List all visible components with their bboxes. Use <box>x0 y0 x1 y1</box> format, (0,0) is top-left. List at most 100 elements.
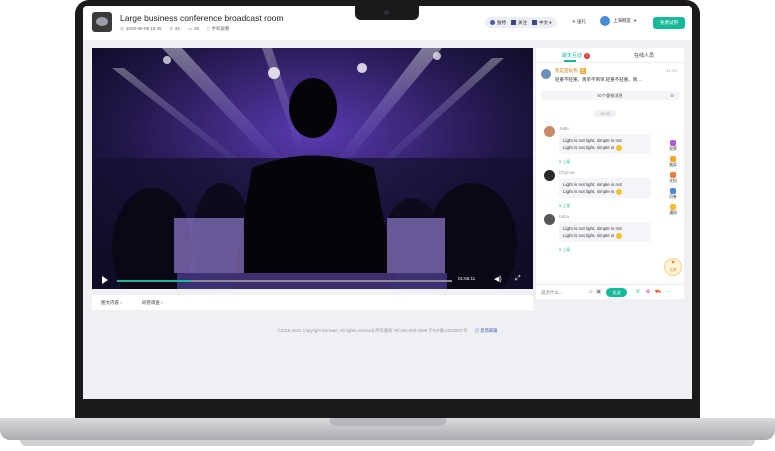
avatar <box>544 170 555 181</box>
gift-button[interactable]: ♥ 礼物 <box>664 258 682 276</box>
mobile-meta[interactable]: ▯ 手机观看 <box>207 26 229 32</box>
message-line: Light is not light, simple is <box>563 233 615 238</box>
gift-icon: ♥ <box>671 260 675 266</box>
message-bubble: Light is not light, simple is not Light i… <box>559 134 651 154</box>
fullscreen-icon[interactable]: ⤢ <box>515 275 521 283</box>
list-icon[interactable]: ☰ <box>670 91 674 100</box>
tab-survey[interactable]: 问卷调查 › <box>142 300 163 306</box>
like-count[interactable]: 5 上条 <box>559 159 570 165</box>
pinned-text: 轻重不轻重、简单不简单,轻重不轻重、简... <box>555 77 641 82</box>
tool-label: 文档 <box>669 179 677 183</box>
like-count[interactable]: 5 上条 <box>559 247 570 253</box>
tab-article[interactable]: 图文内容 › <box>101 300 122 306</box>
document-tool[interactable]: 文档 <box>665 172 681 184</box>
notice-tool[interactable]: 通知 <box>665 204 681 216</box>
chat-panel: 聊天互动 3 在线人员 我是面板我主 11:35 轻重不轻重、简单不简单,轻重不轻… <box>536 48 684 299</box>
laptop-base-notch <box>330 418 446 426</box>
pill-label: 中文 <box>539 19 548 25</box>
star-icon: ✳ <box>572 19 576 24</box>
tab-online-users[interactable]: 在线人员 <box>634 52 654 59</box>
message-line: Light is not light, simple is <box>563 145 615 150</box>
date-text: 2020-05-09 15:45 <box>125 26 162 31</box>
user-name: 上海网友 <box>613 18 631 23</box>
message-notice[interactable]: 40个重推消息 ☰ <box>541 91 679 100</box>
gift-label: 礼物 <box>669 268 677 272</box>
side-toolbar: 投票 抽奖 文档 问卷 通知 <box>665 140 681 220</box>
feedback-label: 反馈邮箱 <box>480 328 498 333</box>
play-icon[interactable] <box>102 276 108 284</box>
chat-input-bar: ☺ ▣ 发送 ✆ ✿ ⛟ ··· <box>536 284 684 300</box>
share-label: 送礼 <box>577 19 587 24</box>
pill-label: 独特 <box>497 19 506 25</box>
pill-label: 关注 <box>518 19 527 25</box>
camera-notch <box>355 6 419 20</box>
image-icon[interactable]: ▣ <box>596 289 601 295</box>
video-player[interactable]: 01:55:11 ◀) ⤢ <box>92 48 533 289</box>
progress-fill <box>117 280 191 282</box>
survey-tool[interactable]: 问卷 <box>665 188 681 200</box>
user-menu[interactable]: 上海网友 ▾ <box>600 16 636 26</box>
share-button[interactable]: ✳ 送礼 <box>572 19 586 25</box>
host-tag: 主 <box>579 68 586 74</box>
comment-count: 26 <box>194 26 200 31</box>
notice-text: 40个重推消息 <box>597 93 623 98</box>
free-trial-button[interactable]: 免费试用 <box>653 17 685 29</box>
smile-emoji-icon <box>616 232 623 239</box>
player-controls: 01:55:11 ◀) ⤢ <box>92 271 533 289</box>
tool-label: 抽奖 <box>669 163 677 167</box>
chat-message: haha Light is not light, simple is not Li… <box>544 214 654 259</box>
more-icon[interactable]: ··· <box>665 288 673 296</box>
circle-icon <box>490 19 495 25</box>
cart-icon[interactable]: ⛟ <box>654 288 662 296</box>
person-icon: ⚲ <box>169 26 173 31</box>
volume-icon[interactable]: ◀) <box>494 275 502 283</box>
vote-tool[interactable]: 投票 <box>665 140 681 152</box>
smile-emoji-icon <box>616 144 623 151</box>
vote-icon <box>670 140 676 146</box>
message-line: Light is not light, simple is <box>563 189 615 194</box>
mobile-text: 手机观看 <box>211 26 230 31</box>
date-meta: ◷ 2020-05-09 15:45 <box>120 26 161 32</box>
tool-label: 通知 <box>669 211 677 215</box>
stage-scene-image <box>92 48 533 289</box>
pill-item-2[interactable]: 关注 <box>511 20 527 26</box>
content-tabs: 图文内容 › 问卷调查 › <box>92 295 533 310</box>
lottery-icon <box>670 156 676 162</box>
emoji-icon[interactable]: ☺ <box>588 289 594 295</box>
pinned-author-name: 我是面板我 <box>555 68 578 73</box>
clock-icon: ◷ <box>120 26 124 31</box>
message-bubble: Light is not light, simple is not Light i… <box>559 222 651 242</box>
message-line: Light is not light, simple is not <box>563 138 622 143</box>
laptop-base-shadow <box>20 440 755 446</box>
time-separator: 10:23 <box>594 110 616 117</box>
progress-bar[interactable] <box>117 280 452 282</box>
room-logo <box>92 12 112 32</box>
survey-icon <box>670 188 676 194</box>
footer: ©2016-2021 Copyright Bonwee, All rights … <box>83 328 692 334</box>
document-icon <box>670 172 676 178</box>
message-line: Light is not light, simple is not <box>563 226 622 231</box>
like-count[interactable]: 5 上条 <box>559 203 570 209</box>
page-title: Large business conference broadcast room <box>120 13 284 23</box>
viewer-count: 34 <box>174 26 180 31</box>
chat-message: Chynna Light is not light, simple is not… <box>544 170 654 215</box>
gift-box-icon[interactable]: ✿ <box>644 288 652 296</box>
pinned-message[interactable]: 我是面板我主 11:35 轻重不轻重、简单不简单,轻重不轻重、简... <box>541 67 679 89</box>
chat-tabs: 聊天互动 3 在线人员 <box>536 48 684 63</box>
phone-icon[interactable]: ✆ <box>634 288 642 296</box>
camera-icon <box>384 10 389 15</box>
video-time: 01:55:11 <box>458 276 476 281</box>
tool-label: 问卷 <box>669 195 677 199</box>
chat-message: Jade Light is not light, simple is not Li… <box>544 126 654 171</box>
pill-item-1[interactable]: 独特 <box>490 20 506 26</box>
send-button[interactable]: 发送 <box>606 288 627 297</box>
language-select[interactable]: 中文 ▾ <box>532 20 552 26</box>
notice-icon <box>670 204 676 210</box>
tab-chat[interactable]: 聊天互动 3 <box>562 52 591 59</box>
comment-icon: ▭ <box>187 26 193 31</box>
feedback-link[interactable]: ▤ 反馈邮箱 <box>475 328 498 333</box>
grid-icon <box>511 19 516 25</box>
avatar <box>544 214 555 225</box>
message-author: Chynna <box>559 170 575 175</box>
lottery-tool[interactable]: 抽奖 <box>665 156 681 168</box>
